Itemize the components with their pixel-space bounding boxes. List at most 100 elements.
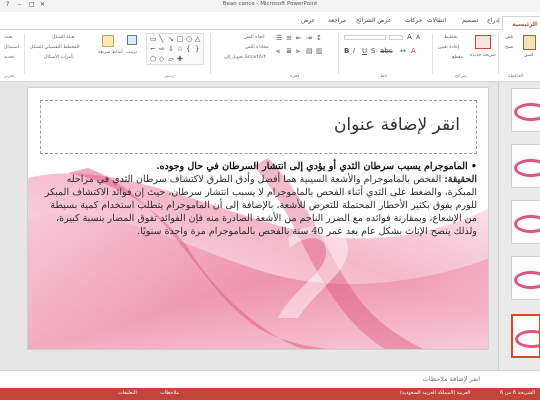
line-spacing-icon[interactable]: ↕ [316,35,322,42]
curly-brace-right-shape-icon[interactable]: } [195,46,199,53]
title-placeholder[interactable]: انقر لإضافة عنوان [40,100,477,154]
arrange-label: ترتيب [126,50,137,55]
paste-label: لصق [524,53,534,58]
textbox-shape-icon[interactable]: ▭ [150,36,157,43]
new-slide-button[interactable]: شريحة جديدة [470,33,496,67]
notes-pane[interactable]: انقر لإضافة ملاحظات [0,370,540,388]
section-button[interactable]: مقطع [452,55,463,60]
tab-transitions[interactable]: انتقالات [427,17,446,24]
status-bar: التعليقات ملاحظات العربية (المملكة العرب… [0,388,540,400]
align-text-button[interactable]: محاذاة النص [245,45,269,50]
align-left-icon[interactable]: ⫷ [276,48,280,55]
tab-insert[interactable]: إدراج [487,17,500,24]
arrow-right-shape-icon[interactable]: ⇨ [159,46,165,53]
comments-button[interactable]: التعليقات [118,390,137,396]
slide-thumbnails-pane [498,82,540,370]
shapes-gallery[interactable]: ▭ ╲ ↘ □ ○ △ ⌐ ⇨ ⇩ ☆ { } ⬡ ◇ ▱ ✚ [146,33,204,65]
slide-canvas[interactable]: انقر لإضافة عنوان • الماموجرام يسبب سرطا… [27,87,489,350]
minimize-icon[interactable]: – [18,1,21,8]
ribbon-separator [498,34,499,74]
group-font-label: خط [380,74,388,79]
bold-icon[interactable]: B [344,48,349,55]
tab-animations[interactable]: حركات [405,17,422,24]
thumbnail-ribbon-art [514,271,540,289]
font-size-dropdown[interactable] [389,35,403,40]
tab-view[interactable]: عرض [301,17,315,24]
ribbon: بحث استبدال تحديد تحرير تعبئة الشكل المخ… [0,30,540,82]
oval-shape-icon[interactable]: ○ [186,36,192,43]
slide-thumbnail[interactable] [511,88,540,132]
shape-effects-button[interactable]: تأثيرات الأشكال [44,55,74,60]
triangle-shape-icon[interactable]: △ [195,36,200,43]
slide-counter: الشريحة 6 من 6 [500,390,536,396]
replace-button[interactable]: استبدال [4,45,19,50]
slide-thumbnail-selected[interactable] [511,314,540,358]
cut-button[interactable]: قص [505,35,513,40]
bullets-icon[interactable]: ☰ [276,35,282,42]
layout-button[interactable]: تخطيط [444,35,458,40]
thumbnail-ribbon-art [515,330,539,348]
slide-thumbnail[interactable] [511,256,540,300]
italic-icon[interactable]: I [353,48,355,55]
callout-shape-icon[interactable]: ▱ [168,56,173,63]
shape-fill-button[interactable]: تعبئة الشكل [52,35,75,40]
arrange-icon [127,35,137,45]
help-icon[interactable]: ? [6,1,9,8]
quick-styles-icon [102,35,114,47]
arrange-button[interactable]: ترتيب [124,33,142,63]
bullet-heading: • الماموجرام يسبب سرطان الثدي أو يؤدي إل… [156,161,477,172]
ribbon-separator [432,34,433,74]
select-button[interactable]: تحديد [4,55,14,60]
thumbnail-ribbon-art [514,159,540,177]
font-color-icon[interactable]: A [411,48,416,55]
cross-shape-icon[interactable]: ✚ [177,56,183,63]
numbering-icon[interactable]: ≡ [286,35,292,42]
arrow-down-shape-icon[interactable]: ⇩ [168,46,174,53]
tab-design[interactable]: تصميم [462,17,478,24]
font-controls: A A B I U S abc ↔ A [344,34,428,66]
restore-icon[interactable]: □ [29,1,35,8]
diamond-shape-icon[interactable]: ◇ [159,56,164,63]
align-center-icon[interactable]: ≣ [286,48,292,55]
columns-icon[interactable]: ▥ [316,48,323,55]
char-spacing-icon[interactable]: ↔ [400,48,406,55]
star-shape-icon[interactable]: ☆ [177,46,183,53]
line-shape-icon[interactable]: ╲ [159,36,163,43]
copy-button[interactable]: نسخ [505,45,513,50]
right-angle-shape-icon[interactable]: ⌐ [150,46,156,53]
content-placeholder[interactable]: • الماموجرام يسبب سرطان الثدي أو يؤدي إل… [40,160,477,349]
shape-outline-button[interactable]: المخطط التفصيلي للشكل [30,45,80,50]
close-icon[interactable]: ✕ [40,1,45,8]
tab-home-label: الرئيسية [512,21,537,28]
grow-font-icon[interactable]: A [407,34,412,41]
notes-button[interactable]: ملاحظات [160,390,179,396]
strikethrough-icon[interactable]: abc [380,48,393,55]
hexagon-shape-icon[interactable]: ⬡ [150,56,156,63]
justify-icon[interactable]: ▤ [306,48,313,55]
rectangle-shape-icon[interactable]: □ [177,36,184,43]
slide-thumbnail[interactable] [511,144,540,188]
language-indicator: العربية (المملكة العربية السعودية) [400,390,471,396]
quick-styles-button[interactable]: أنماط سريعة [98,33,123,63]
find-button[interactable]: بحث [4,35,13,40]
shadow-icon[interactable]: S [371,48,375,55]
underline-icon[interactable]: U [362,48,367,55]
decrease-indent-icon[interactable]: ⇤ [296,35,302,42]
slide-thumbnail[interactable] [511,200,540,244]
shrink-font-icon[interactable]: A [416,35,420,41]
text-direction-button[interactable]: اتجاه النص [244,35,264,40]
window-title: Bean cance - Microsoft PowerPoint [222,1,318,7]
convert-smartart-button[interactable]: تحويل إلى SmartArt [224,55,266,60]
paste-button[interactable]: لصق [520,33,540,67]
tab-slideshow[interactable]: عرض الشرائح [356,17,391,24]
arrow-shape-icon[interactable]: ↘ [168,36,174,43]
tab-review[interactable]: مراجعة [328,17,346,24]
ribbon-tabs: عرض مراجعة عرض الشرائح حركات انتقالات تص… [0,12,540,30]
group-drawing-label: رسم [165,74,175,79]
increase-indent-icon[interactable]: ⇥ [306,35,312,42]
new-slide-icon [475,35,491,49]
curly-brace-shape-icon[interactable]: { [186,46,190,53]
font-name-dropdown[interactable] [344,35,386,40]
reset-button[interactable]: إعادة تعيين [438,45,459,50]
align-right-icon[interactable]: ⫸ [296,48,300,55]
